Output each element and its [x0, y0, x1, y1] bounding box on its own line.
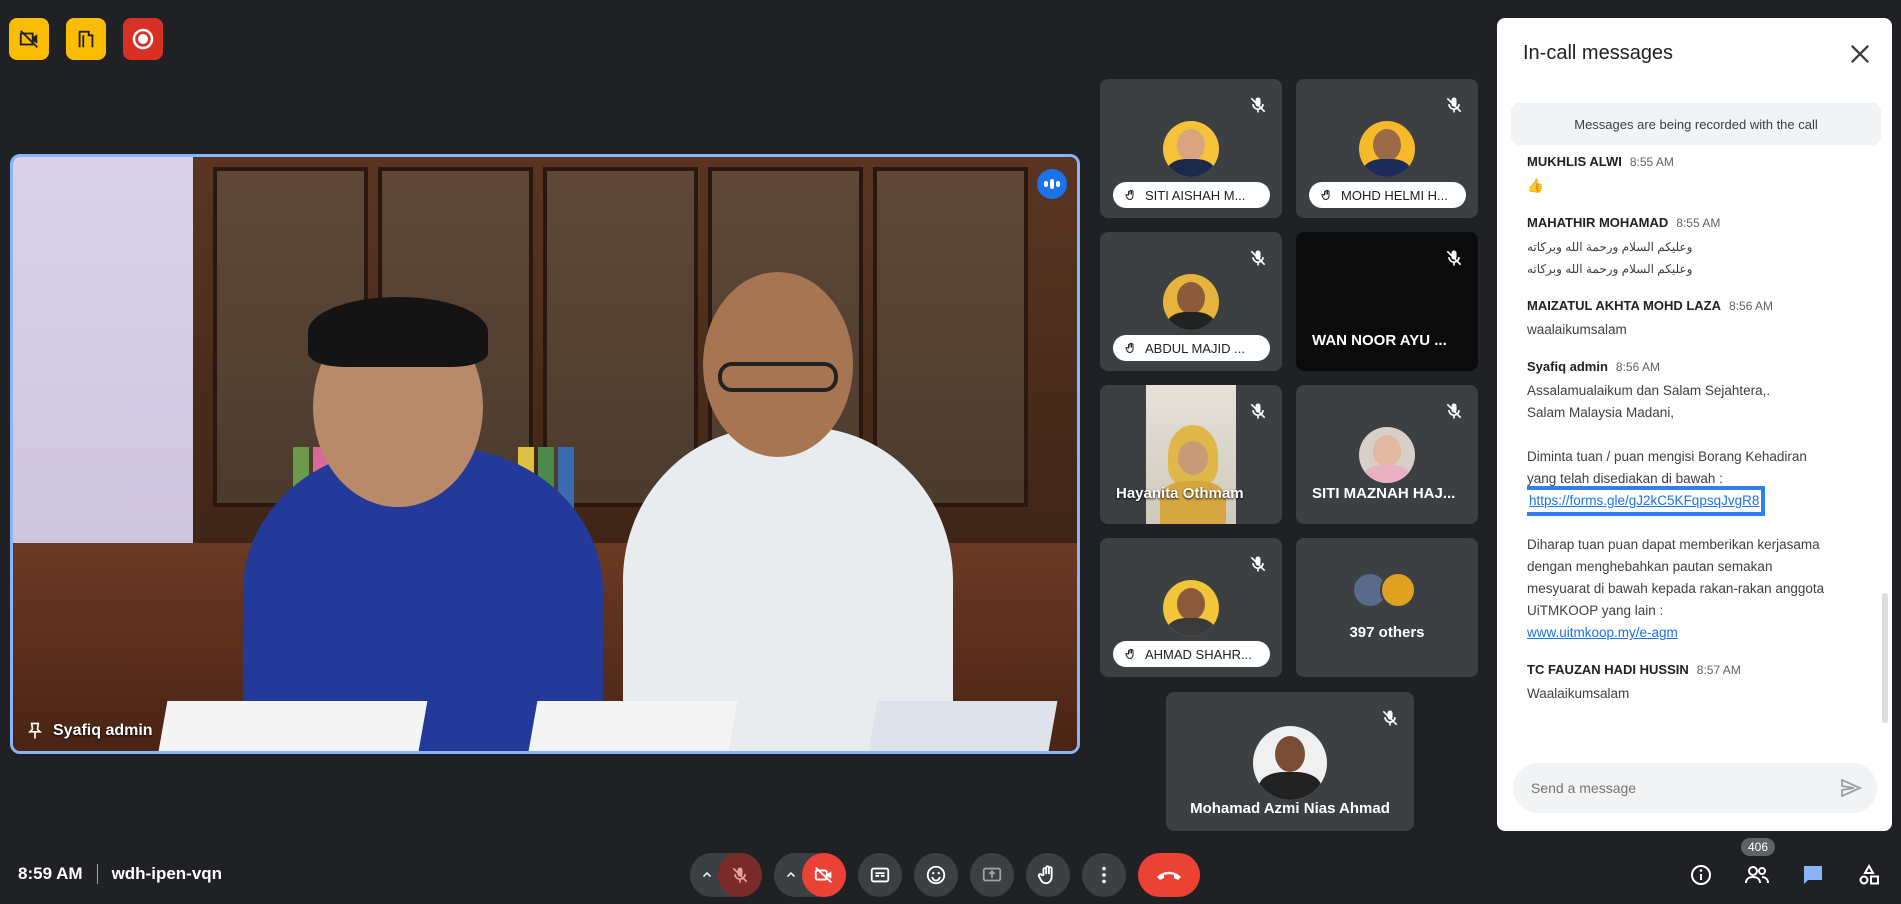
message-list[interactable]: MUKHLIS ALWI 8:55 AM 👍 MAHATHIR MOHAMAD 8:… [1527, 154, 1867, 744]
captions-button[interactable] [858, 853, 902, 897]
top-status-badges [9, 18, 163, 60]
in-call-messages-panel: In-call messages Messages are being reco… [1497, 18, 1892, 831]
more-options-icon [1102, 866, 1106, 884]
chat-icon [1804, 866, 1822, 884]
participant-tile[interactable]: WAN NOOR AYU ... [1296, 232, 1478, 371]
hand-icon [1125, 648, 1134, 660]
avatar [1163, 580, 1219, 636]
close-icon[interactable] [1846, 40, 1874, 68]
form-link[interactable]: https://forms.gle/gJ2kC5KFqpsqJvgR8 [1527, 486, 1766, 516]
avatar [1253, 726, 1327, 800]
participant-video [1146, 385, 1236, 524]
participant-count-badge: 406 [1741, 838, 1776, 856]
participant-tile[interactable]: SITI AISHAH M... [1100, 79, 1282, 218]
end-call-button[interactable] [1138, 853, 1200, 897]
message: MUKHLIS ALWI 8:55 AM 👍 [1527, 154, 1674, 193]
hand-icon [1125, 342, 1134, 354]
participant-tile[interactable]: SITI MAZNAH HAJ... [1296, 385, 1478, 524]
participant-tile[interactable]: ABDUL MAJID ... [1100, 232, 1282, 371]
avatar [1163, 274, 1219, 330]
send-message-box [1513, 763, 1877, 813]
participant-name: MOHD HELMI H... [1309, 182, 1466, 208]
reactions-button[interactable] [914, 853, 958, 897]
call-controls [690, 853, 1200, 897]
others-tile[interactable]: 397 others [1296, 538, 1478, 677]
speaking-indicator-icon [1037, 169, 1067, 199]
present-button[interactable] [970, 853, 1014, 897]
mic-off-icon [1250, 250, 1266, 266]
chevron-up-icon[interactable] [780, 853, 802, 897]
participant-tile[interactable]: MOHD HELMI H... [1296, 79, 1478, 218]
activities-button[interactable] [1851, 855, 1887, 895]
no-camera-icon[interactable] [9, 18, 49, 60]
main-speaker-label: Syafiq admin [25, 721, 153, 741]
participant-name: Hayanita Othmam [1116, 485, 1244, 502]
main-speaker-name: Syafiq admin [53, 722, 153, 739]
raise-hand-icon [1037, 865, 1053, 885]
emoji-icon [926, 865, 946, 885]
side-panel-buttons: 406 [1683, 838, 1887, 895]
mic-off-icon [1250, 556, 1266, 572]
participant-name: ABDUL MAJID ... [1113, 335, 1270, 361]
chevron-up-icon[interactable] [696, 853, 718, 897]
raise-hand-button[interactable] [1026, 853, 1070, 897]
mic-off-icon [1250, 97, 1266, 113]
activities-icon [1859, 863, 1879, 885]
agm-link[interactable]: www.uitmkoop.my/e-agm [1527, 622, 1678, 644]
others-count: 397 others [1349, 624, 1425, 641]
participant-name: AHMAD SHAHR... [1113, 641, 1270, 667]
camera-off-button[interactable] [802, 853, 846, 897]
mic-off-icon [1250, 403, 1266, 419]
chat-scrollbar[interactable] [1882, 593, 1888, 723]
meeting-code[interactable]: wdh-ipen-vqn [112, 864, 222, 884]
clock: 8:59 AM [18, 864, 83, 883]
participant-tile[interactable]: Mohamad Azmi Nias Ahmad [1166, 692, 1414, 831]
send-icon[interactable] [1839, 776, 1863, 800]
record-icon[interactable] [123, 18, 163, 60]
mic-off-icon [1382, 710, 1398, 726]
participant-tile[interactable]: AHMAD SHAHR... [1100, 538, 1282, 677]
mic-off-icon [1446, 97, 1462, 113]
captions-icon [870, 867, 890, 883]
mic-group [690, 853, 762, 897]
avatar [1359, 121, 1415, 177]
participant-name: Mohamad Azmi Nias Ahmad [1190, 800, 1390, 817]
avatar [1359, 427, 1415, 483]
message: MAIZATUL AKHTA MOHD LAZA 8:56 AM waalaiku… [1527, 298, 1774, 337]
pin-icon[interactable] [25, 721, 45, 741]
mic-off-button[interactable] [718, 853, 762, 897]
panel-title: In-call messages [1523, 42, 1674, 64]
more-options-button[interactable] [1082, 853, 1126, 897]
participant-name: SITI AISHAH M... [1113, 182, 1270, 208]
mic-off-icon [1446, 250, 1462, 266]
info-icon [1691, 865, 1711, 885]
mic-off-icon [732, 867, 748, 883]
main-speaker-tile[interactable]: Syafiq admin [10, 154, 1080, 754]
message-input[interactable] [1513, 763, 1803, 813]
message: MAHATHIR MOHAMAD 8:55 AM وعليكم السلام ور… [1527, 215, 1721, 276]
present-icon [982, 867, 1002, 882]
mic-off-icon [1446, 403, 1462, 419]
participant-tile[interactable]: Hayanita Othmam [1100, 385, 1282, 524]
chat-button[interactable] [1795, 855, 1831, 895]
message: TC FAUZAN HADI HUSSIN 8:57 AM Waalaikumsa… [1527, 662, 1741, 701]
camera-off-icon [814, 866, 832, 884]
participant-name: WAN NOOR AYU ... [1312, 332, 1447, 349]
camera-group [774, 853, 846, 897]
people-button[interactable]: 406 [1739, 838, 1776, 895]
end-call-icon [1157, 871, 1181, 880]
hand-icon [1321, 189, 1330, 201]
others-avatars [1352, 572, 1416, 608]
building-icon[interactable] [66, 18, 106, 60]
avatar [1163, 121, 1219, 177]
speaker-video [13, 157, 1077, 751]
info-button[interactable] [1683, 855, 1719, 895]
people-icon [1745, 866, 1769, 884]
message: Syafiq admin 8:56 AM Assalamualaikum dan … [1527, 359, 1867, 644]
meeting-details: 8:59 AM wdh-ipen-vqn [18, 864, 222, 884]
hand-icon [1125, 189, 1134, 201]
recording-notice: Messages are being recorded with the cal… [1511, 103, 1881, 145]
participant-name: SITI MAZNAH HAJ... [1312, 485, 1456, 502]
